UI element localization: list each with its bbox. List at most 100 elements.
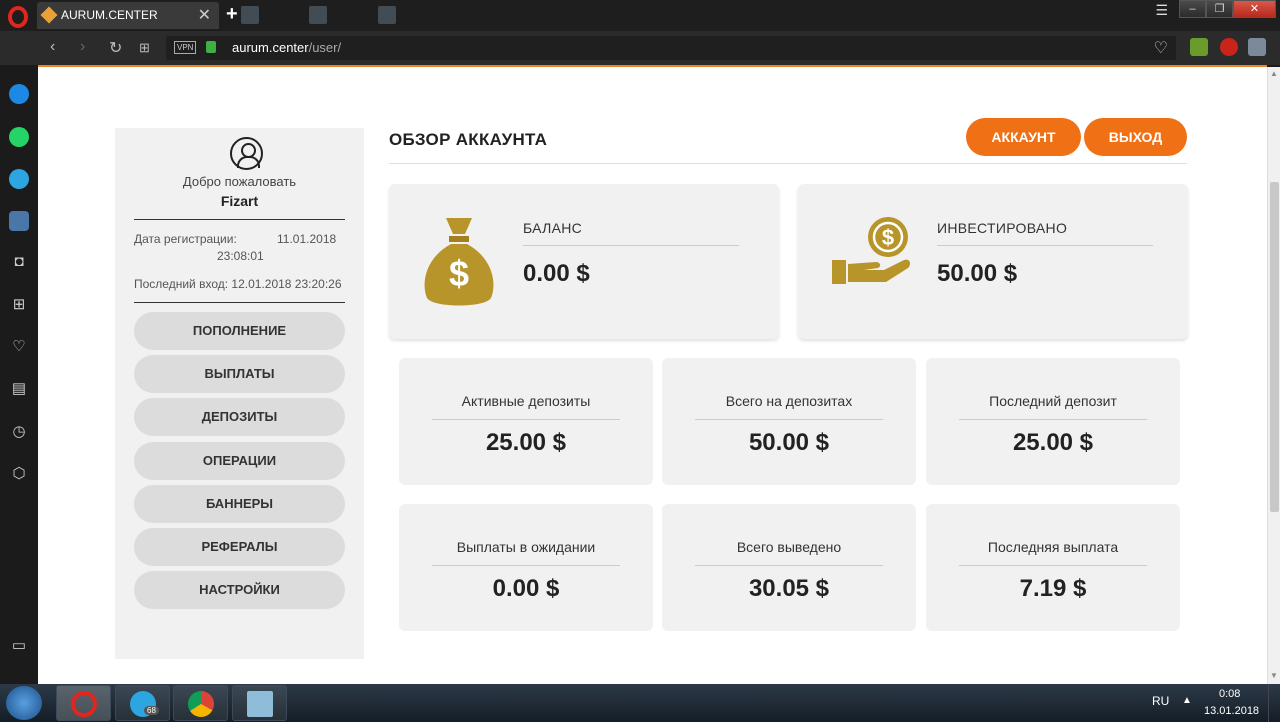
- close-window-icon[interactable]: ✕: [1233, 0, 1276, 18]
- stat-divider: [432, 565, 620, 566]
- taskbar-telegram[interactable]: 68: [115, 685, 170, 721]
- reload-icon[interactable]: ↻: [109, 38, 122, 58]
- chrome-icon: [188, 691, 214, 717]
- stat-card-pending-payouts: Выплаты в ожидании 0.00 $: [399, 504, 653, 631]
- menu-deposits[interactable]: ДЕПОЗИТЫ: [134, 398, 345, 436]
- camera-icon[interactable]: ◘: [9, 252, 29, 272]
- tab-title: AURUM.CENTER: [61, 8, 158, 22]
- username: Fizart: [220, 193, 259, 209]
- close-tab-icon[interactable]: ✕: [198, 2, 211, 29]
- browser-tab[interactable]: AURUM.CENTER ✕: [37, 2, 219, 29]
- browser-tab-bar: AURUM.CENTER ✕ + ☰ – ❐ ✕: [0, 0, 1280, 31]
- menu-banners[interactable]: БАННЕРЫ: [134, 485, 345, 523]
- blurred-tab-icon[interactable]: [309, 6, 327, 24]
- whatsapp-icon[interactable]: [9, 127, 29, 147]
- stat-value: 30.05 $: [748, 575, 830, 602]
- stat-value: 25.00 $: [485, 429, 567, 456]
- registration-label: Дата регистрации:: [134, 232, 237, 246]
- stat-card-last-payout: Последняя выплата 7.19 $: [926, 504, 1180, 631]
- download-extension-icon[interactable]: [1190, 38, 1208, 56]
- tray-expand-icon[interactable]: ▲: [1182, 695, 1192, 706]
- news-icon[interactable]: ▤: [9, 379, 29, 399]
- stat-label: Активные депозиты: [461, 393, 591, 409]
- invested-card: $ ИНВЕСТИРОВАНО 50.00 $: [798, 184, 1188, 339]
- balance-divider: [523, 245, 739, 246]
- blurred-tab-icon[interactable]: [241, 6, 259, 24]
- stat-card-active-deposits: Активные депозиты 25.00 $: [399, 358, 653, 485]
- sidebar-toggle-icon[interactable]: ▭: [9, 636, 29, 656]
- stat-divider: [432, 419, 620, 420]
- language-indicator[interactable]: RU: [1152, 694, 1169, 708]
- heart-icon[interactable]: ♡: [9, 337, 29, 357]
- page-scrollbar[interactable]: ▲ ▼: [1267, 67, 1280, 684]
- account-button[interactable]: АККАУНТ: [966, 118, 1081, 156]
- opera-icon: [71, 691, 97, 717]
- restore-icon[interactable]: ❐: [1206, 0, 1233, 18]
- windows-taskbar: 68 RU ▲ 0:08 13.01.2018: [0, 684, 1280, 722]
- menu-operations[interactable]: ОПЕРАЦИИ: [134, 442, 345, 480]
- menu-settings[interactable]: НАСТРОЙКИ: [134, 571, 345, 609]
- coin-hand-icon: $: [832, 217, 911, 284]
- stat-label: Последняя выплата: [987, 539, 1119, 555]
- show-desktop-button[interactable]: [1268, 684, 1280, 722]
- svg-text:$: $: [882, 225, 894, 250]
- taskbar-notes[interactable]: [232, 685, 287, 721]
- opera-sidebar: ◘ ⊞ ♡ ▤ ◷ ⬡ ▭: [0, 65, 38, 685]
- page-title: ОБЗОР АККАУНТА: [389, 130, 548, 149]
- invested-value: 50.00 $: [937, 260, 1018, 287]
- lock-icon[interactable]: [206, 41, 216, 53]
- back-icon[interactable]: ‹: [50, 38, 55, 56]
- divider: [134, 302, 345, 303]
- address-toolbar: ‹ › ↻ ⊞ VPN aurum.center/user/ ♡: [0, 31, 1280, 65]
- taskbar-opera[interactable]: [56, 685, 111, 721]
- svg-text:$: $: [449, 253, 469, 294]
- blurred-tab-icon[interactable]: [378, 6, 396, 24]
- scroll-thumb[interactable]: [1270, 182, 1279, 512]
- stat-divider: [959, 419, 1147, 420]
- clock-time[interactable]: 0:08: [1219, 688, 1240, 700]
- scroll-up-icon[interactable]: ▲: [1270, 69, 1278, 78]
- minimize-icon[interactable]: –: [1179, 0, 1206, 18]
- menu-deposit-funds[interactable]: ПОПОЛНЕНИЕ: [134, 312, 345, 350]
- menu-withdrawals[interactable]: ВЫПЛАТЫ: [134, 355, 345, 393]
- opera-extension-icon[interactable]: [1220, 38, 1238, 56]
- balance-label: БАЛАНС: [523, 220, 583, 236]
- window-controls: – ❐ ✕: [1179, 0, 1276, 20]
- stat-divider: [695, 565, 883, 566]
- extension-icon[interactable]: [1248, 38, 1266, 56]
- stat-label: Выплаты в ожидании: [456, 539, 596, 555]
- new-tab-button[interactable]: +: [226, 3, 238, 26]
- vk-icon[interactable]: [9, 211, 29, 231]
- stat-divider: [695, 419, 883, 420]
- profile-panel: Добро пожаловать Fizart Дата регистрации…: [115, 128, 364, 659]
- welcome-text: Добро пожаловать: [182, 174, 297, 189]
- history-icon[interactable]: ◷: [9, 422, 29, 442]
- balance-card: $ БАЛАНС 0.00 $: [389, 184, 779, 339]
- speed-dial-sidebar-icon[interactable]: ⊞: [9, 295, 29, 315]
- vpn-badge[interactable]: VPN: [174, 41, 197, 54]
- extensions-icon[interactable]: ⬡: [9, 464, 29, 484]
- stat-card-total-deposited: Всего на депозитах 50.00 $: [662, 358, 916, 485]
- bookmark-heart-icon[interactable]: ♡: [1154, 38, 1168, 58]
- easy-setup-menu-icon[interactable]: ☰: [1155, 2, 1168, 19]
- url-text[interactable]: aurum.center/user/: [232, 40, 341, 55]
- stat-value: 50.00 $: [748, 429, 830, 456]
- stat-label: Всего на депозитах: [725, 393, 853, 409]
- stat-card-last-deposit: Последний депозит 25.00 $: [926, 358, 1180, 485]
- balance-value: 0.00 $: [523, 260, 590, 287]
- forward-icon[interactable]: ›: [80, 38, 85, 56]
- invested-divider: [937, 245, 1153, 246]
- taskbar-chrome[interactable]: [173, 685, 228, 721]
- start-button-icon[interactable]: [6, 686, 42, 720]
- site-favicon-icon: [40, 6, 58, 24]
- speed-dial-icon[interactable]: ⊞: [139, 40, 150, 56]
- logout-button[interactable]: ВЫХОД: [1084, 118, 1187, 156]
- telegram-icon[interactable]: [9, 169, 29, 189]
- scroll-down-icon[interactable]: ▼: [1270, 671, 1278, 680]
- opera-logo-icon[interactable]: [8, 6, 28, 28]
- messenger-icon[interactable]: [9, 84, 29, 104]
- clock-date[interactable]: 13.01.2018: [1204, 705, 1259, 717]
- menu-referrals[interactable]: РЕФЕРАЛЫ: [134, 528, 345, 566]
- address-field[interactable]: VPN aurum.center/user/ ♡: [166, 36, 1176, 60]
- web-page: Добро пожаловать Fizart Дата регистрации…: [38, 67, 1267, 684]
